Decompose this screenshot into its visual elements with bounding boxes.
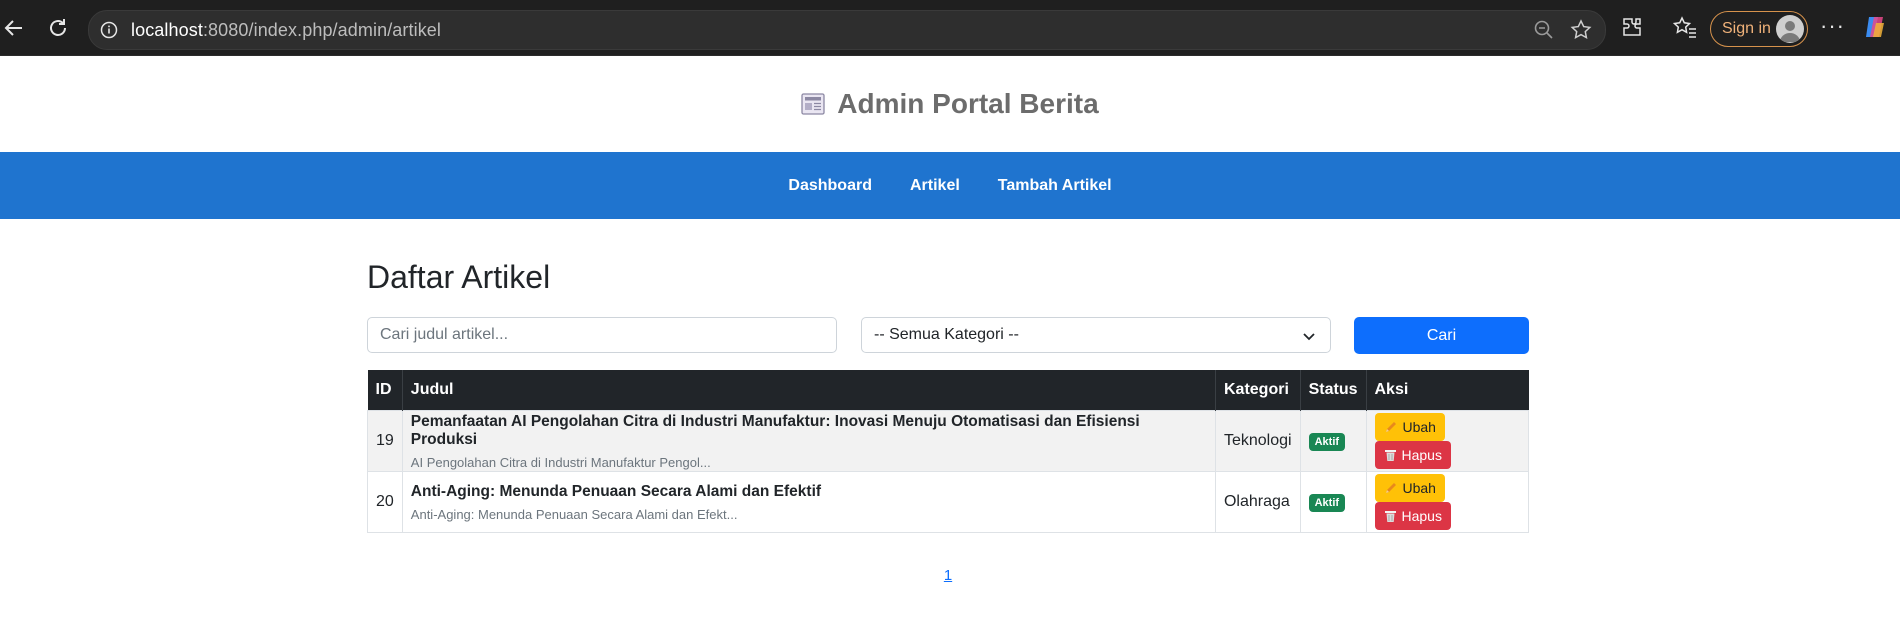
table-row: 19 Pemanfaatan AI Pengolahan Citra di In…: [367, 410, 1529, 472]
article-excerpt: Anti-Aging: Menunda Penuaan Secara Alami…: [410, 506, 738, 522]
category-select[interactable]: -- Semua Kategori --: [861, 317, 1331, 353]
newspaper-icon: [801, 93, 825, 115]
trash-icon: [1384, 511, 1396, 522]
article-title: Anti-Aging: Menunda Penuaan Secara Alami…: [410, 482, 822, 500]
browser-toolbar: localhost:8080/index.php/admin/artikel S…: [0, 0, 1900, 56]
table-row: 20 Anti-Aging: Menunda Penuaan Secara Al…: [367, 471, 1529, 533]
extensions-icon[interactable]: [1620, 15, 1644, 44]
row-id: 19: [367, 410, 403, 472]
row-id: 20: [367, 471, 403, 533]
column-header-aksi: Aksi: [1366, 370, 1529, 411]
edit-button[interactable]: Ubah: [1374, 413, 1445, 441]
site-header: Admin Portal Berita: [0, 56, 1900, 152]
article-excerpt: AI Pengolahan Citra di Industri Manufakt…: [410, 454, 711, 470]
column-header-kategori: Kategori: [1215, 370, 1301, 411]
row-judul-cell: Pemanfaatan AI Pengolahan Citra di Indus…: [401, 410, 1216, 472]
zoom-out-icon[interactable]: [1533, 19, 1555, 46]
sign-in-label: Sign in: [1722, 20, 1771, 37]
row-status-cell: Aktif: [1299, 410, 1367, 472]
search-button[interactable]: Cari: [1354, 317, 1529, 354]
url-text: localhost:8080/index.php/admin/artikel: [131, 19, 442, 40]
copilot-icon[interactable]: [1862, 14, 1888, 40]
avatar-icon: [1776, 15, 1804, 43]
back-icon[interactable]: [0, 14, 28, 42]
pencil-icon: [1385, 483, 1396, 493]
star-icon[interactable]: [1569, 18, 1593, 47]
search-input[interactable]: [367, 317, 837, 353]
delete-button-label: Hapus: [1401, 447, 1442, 463]
nav-tambah-artikel[interactable]: Tambah Artikel: [998, 177, 1112, 195]
page-title: Daftar Artikel: [367, 259, 551, 295]
column-header-id: ID: [367, 370, 403, 411]
edit-button-label: Ubah: [1402, 480, 1436, 496]
site-title-text: Admin Portal Berita: [837, 88, 1099, 119]
status-badge: Aktif: [1308, 493, 1346, 512]
pagination: 1: [367, 567, 1529, 585]
page-link-1[interactable]: 1: [944, 567, 952, 584]
article-title: Pemanfaatan AI Pengolahan Citra di Indus…: [410, 412, 1140, 448]
delete-button-label: Hapus: [1401, 508, 1442, 524]
chevron-down-icon: [1302, 329, 1316, 348]
sign-in-button[interactable]: Sign in: [1710, 11, 1808, 47]
status-badge: Aktif: [1308, 432, 1346, 451]
reload-icon[interactable]: [44, 14, 72, 42]
site-title: Admin Portal Berita: [801, 88, 1099, 120]
nav-artikel[interactable]: Artikel: [910, 177, 960, 195]
category-select-value: -- Semua Kategori --: [874, 326, 1019, 343]
nav-dashboard[interactable]: Dashboard: [788, 177, 872, 195]
table-header-row: ID Judul Kategori Status Aksi: [367, 370, 1529, 411]
row-judul-cell: Anti-Aging: Menunda Penuaan Secara Alami…: [401, 471, 1216, 533]
info-icon[interactable]: [99, 20, 119, 40]
row-kategori: Teknologi: [1214, 410, 1301, 472]
column-header-judul: Judul: [402, 370, 1216, 411]
row-actions: Ubah Hapus: [1365, 410, 1529, 472]
edit-button[interactable]: Ubah: [1374, 474, 1445, 502]
articles-table: ID Judul Kategori Status Aksi 19 Pemanfa…: [367, 370, 1529, 533]
row-actions: Ubah Hapus: [1365, 471, 1529, 533]
favorites-icon[interactable]: [1672, 15, 1698, 44]
address-bar[interactable]: localhost:8080/index.php/admin/artikel: [88, 10, 1606, 50]
pencil-icon: [1385, 422, 1396, 432]
row-kategori: Olahraga: [1214, 471, 1301, 533]
filter-bar: -- Semua Kategori -- Cari: [367, 317, 1529, 355]
delete-button[interactable]: Hapus: [1374, 441, 1451, 469]
more-icon[interactable]: ···: [1820, 13, 1845, 39]
column-header-status: Status: [1300, 370, 1367, 411]
edit-button-label: Ubah: [1402, 419, 1436, 435]
main-content: Daftar Artikel -- Semua Kategori -- Cari…: [367, 201, 1529, 584]
delete-button[interactable]: Hapus: [1374, 502, 1451, 530]
trash-icon: [1384, 450, 1396, 461]
row-status-cell: Aktif: [1299, 471, 1367, 533]
